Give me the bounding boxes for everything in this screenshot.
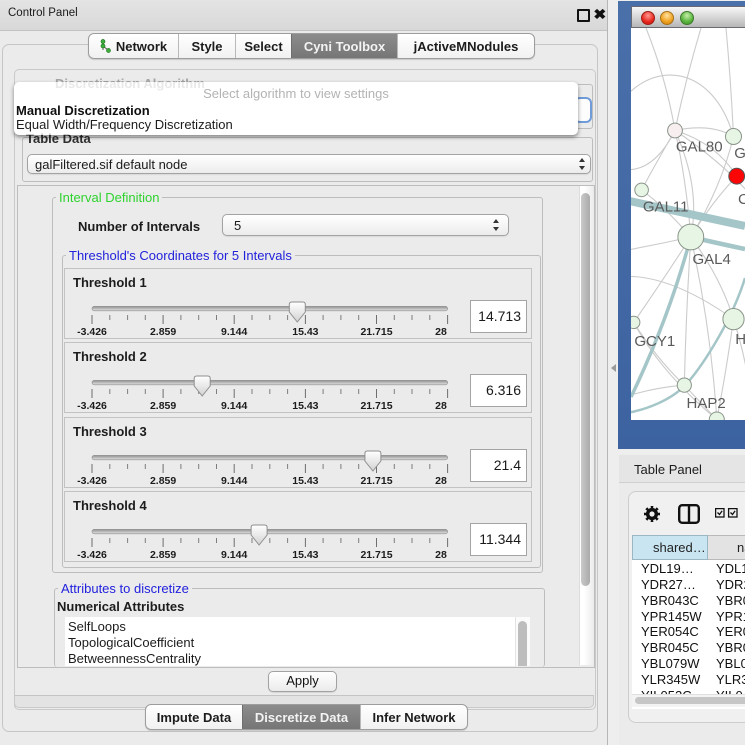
svg-text:2.859: 2.859 — [150, 326, 176, 338]
svg-text:GAL11: GAL11 — [643, 199, 689, 216]
svg-text:-3.426: -3.426 — [77, 549, 107, 561]
svg-text:H: H — [735, 331, 745, 348]
svg-text:-3.426: -3.426 — [77, 400, 107, 412]
svg-text:28: 28 — [435, 400, 447, 412]
svg-text:15.43: 15.43 — [292, 549, 318, 561]
svg-text:28: 28 — [435, 549, 447, 561]
svg-text:9.144: 9.144 — [221, 400, 247, 412]
svg-text:GA: GA — [734, 145, 745, 162]
svg-text:21.715: 21.715 — [360, 326, 392, 338]
svg-text:15.43: 15.43 — [292, 326, 318, 338]
svg-text:GAL4: GAL4 — [693, 251, 731, 268]
svg-text:15.43: 15.43 — [292, 400, 318, 412]
svg-text:9.144: 9.144 — [221, 326, 247, 338]
svg-text:2.859: 2.859 — [150, 400, 176, 412]
svg-text:2.859: 2.859 — [150, 549, 176, 561]
svg-text:2.859: 2.859 — [150, 475, 176, 487]
svg-text:-3.426: -3.426 — [77, 326, 107, 338]
svg-text:GCY1: GCY1 — [634, 333, 675, 350]
svg-text:HAP2: HAP2 — [687, 395, 726, 412]
svg-text:15.43: 15.43 — [292, 475, 318, 487]
svg-text:9.144: 9.144 — [221, 475, 247, 487]
svg-text:C: C — [738, 191, 745, 208]
svg-text:-3.426: -3.426 — [77, 475, 107, 487]
svg-text:28: 28 — [435, 475, 447, 487]
svg-text:GAL80: GAL80 — [676, 139, 723, 156]
svg-text:21.715: 21.715 — [360, 400, 392, 412]
svg-text:9.144: 9.144 — [221, 549, 247, 561]
svg-text:21.715: 21.715 — [360, 549, 392, 561]
svg-text:21.715: 21.715 — [360, 475, 392, 487]
svg-text:28: 28 — [435, 326, 447, 338]
